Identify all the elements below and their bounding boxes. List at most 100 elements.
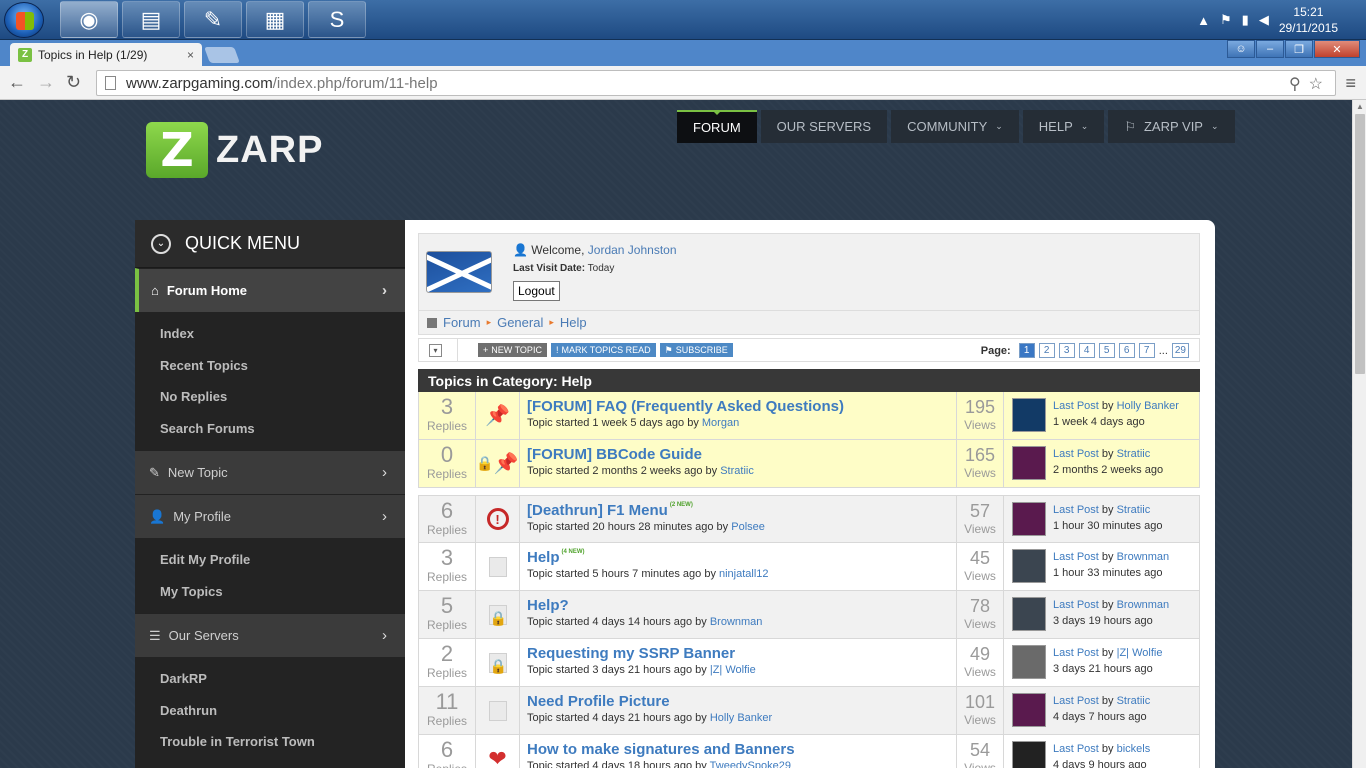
nav-community[interactable]: COMMUNITY ⌄	[891, 110, 1019, 143]
last-poster-link[interactable]: Stratiic	[1117, 448, 1151, 460]
topic-row[interactable]: 11 Replies Need Profile Picture Topic start…	[418, 687, 1200, 735]
subscribe-button[interactable]: ⚑ SUBSCRIBE	[659, 343, 733, 357]
flag-icon[interactable]: ⚑	[1220, 12, 1232, 28]
topic-row[interactable]: 5 Replies 🔒 Help? Topic started 4 days 14 ho…	[418, 591, 1200, 639]
taskbar-app-folder[interactable]: ▤	[122, 1, 180, 38]
topic-row[interactable]: 3 Replies 📌 [FORUM] FAQ (Frequently Asked Q…	[418, 392, 1200, 440]
last-poster-link[interactable]: Stratiic	[1117, 504, 1151, 516]
new-topic-button[interactable]: + NEW TOPIC	[478, 343, 547, 357]
sidebar-item-our-servers[interactable]: ☰ Our Servers ›	[135, 613, 405, 657]
last-post-link[interactable]: Last Post	[1053, 504, 1099, 516]
last-post-link[interactable]: Last Post	[1053, 448, 1099, 460]
page-1[interactable]: 1	[1018, 343, 1035, 358]
page-6[interactable]: 6	[1118, 343, 1135, 358]
last-poster-avatar[interactable]	[1012, 398, 1046, 432]
topic-row[interactable]: 2 Replies 🔒 Requesting my SSRP Banner Topic …	[418, 639, 1200, 687]
breadcrumb-help[interactable]: Help	[560, 315, 587, 330]
last-poster-avatar[interactable]	[1012, 597, 1046, 631]
taskbar-app-film[interactable]: ▦	[246, 1, 304, 38]
options-dropdown-icon[interactable]: ▾	[429, 343, 442, 357]
sidebar-link-edit-my-profile[interactable]: Edit My Profile	[135, 544, 405, 576]
sidebar-link-index[interactable]: Index	[135, 318, 405, 350]
tab-close-icon[interactable]: ×	[187, 48, 194, 62]
last-poster-link[interactable]: bickels	[1117, 743, 1151, 755]
topic-title-link[interactable]: How to make signatures and Banners	[527, 741, 795, 758]
last-poster-avatar[interactable]	[1012, 549, 1046, 583]
nav-our-servers[interactable]: OUR SERVERS	[760, 110, 888, 143]
nav-help[interactable]: HELP ⌄	[1022, 110, 1105, 143]
topic-author-link[interactable]: Polsee	[731, 521, 765, 533]
page-4[interactable]: 4	[1078, 343, 1095, 358]
zarp-logo[interactable]: Z ZARP	[146, 122, 323, 178]
volume-icon[interactable]: ◀	[1259, 12, 1269, 28]
page-3[interactable]: 3	[1058, 343, 1075, 358]
sidebar-link-no-replies[interactable]: No Replies	[135, 381, 405, 413]
forward-arrow-icon[interactable]: →	[37, 72, 55, 93]
last-poster-avatar[interactable]	[1012, 446, 1046, 480]
nav-zarp-vip[interactable]: ⚐ ZARP VIP ⌄	[1108, 110, 1235, 143]
topic-title-link[interactable]: Help?	[527, 597, 569, 614]
page-last[interactable]: 29	[1171, 343, 1189, 358]
scroll-up-icon[interactable]: ▲	[1356, 102, 1364, 111]
topic-title-link[interactable]: Requesting my SSRP Banner	[527, 645, 735, 662]
page-scrollbar[interactable]: ▲	[1352, 100, 1366, 768]
taskbar-app-skype[interactable]: S	[308, 1, 366, 38]
bookmark-star-icon[interactable]: ☆	[1309, 74, 1323, 94]
last-poster-link[interactable]: Holly Banker	[1117, 400, 1179, 412]
topic-author-link[interactable]: Morgan	[702, 417, 739, 429]
topic-author-link[interactable]: TweedySpoke29	[710, 760, 791, 768]
topic-author-link[interactable]: |Z| Wolfie	[710, 664, 756, 676]
topic-row[interactable]: 0 Replies 🔒 📌 [FORUM] BBCode Guide Topic star…	[418, 440, 1200, 488]
topic-row[interactable]: 3 Replies Help (4 NEW) Topic started 5 hours…	[418, 543, 1200, 591]
sidebar-item-my-profile[interactable]: 👤 My Profile ›	[135, 494, 405, 538]
topic-title-link[interactable]: Help	[527, 549, 560, 566]
logout-button[interactable]: Logout	[513, 281, 560, 301]
topic-row[interactable]: 6Replies ❤ How to make signatures and Bann…	[418, 735, 1200, 768]
browser-tab-active[interactable]: Z Topics in Help (1/29) ×	[10, 43, 202, 66]
last-poster-link[interactable]: |Z| Wolfie	[1117, 647, 1163, 659]
sidebar-link-recent-topics[interactable]: Recent Topics	[135, 350, 405, 382]
sidebar-link-my-topics[interactable]: My Topics	[135, 576, 405, 608]
welcome-username-link[interactable]: Jordan Johnston	[588, 243, 677, 257]
last-post-link[interactable]: Last Post	[1053, 647, 1099, 659]
address-bar[interactable]: www.zarpgaming.com/index.php/forum/11-he…	[96, 70, 1336, 96]
last-post-link[interactable]: Last Post	[1053, 695, 1099, 707]
page-2[interactable]: 2	[1038, 343, 1055, 358]
topic-author-link[interactable]: Holly Banker	[710, 712, 772, 724]
last-poster-link[interactable]: Stratiic	[1117, 695, 1151, 707]
taskbar-app-paint[interactable]: ✎	[184, 1, 242, 38]
profile-icon[interactable]: ☺	[1227, 40, 1255, 58]
sidebar-link-darkrp[interactable]: DarkRP	[135, 663, 405, 695]
minimize-button[interactable]: –	[1256, 40, 1284, 58]
last-poster-link[interactable]: Brownman	[1117, 599, 1170, 611]
page-7[interactable]: 7	[1138, 343, 1155, 358]
sidebar-link-bhop[interactable]: Bhop	[135, 758, 405, 768]
network-icon[interactable]: ▮	[1242, 12, 1249, 28]
last-poster-link[interactable]: Brownman	[1117, 551, 1170, 563]
topic-author-link[interactable]: ninjatall12	[719, 568, 769, 580]
last-poster-avatar[interactable]	[1012, 693, 1046, 727]
reload-icon[interactable]: ↻	[66, 72, 81, 93]
sidebar-item-new-topic[interactable]: ✎ New Topic ›	[135, 450, 405, 494]
back-arrow-icon[interactable]: ←	[8, 72, 26, 93]
windows-start-button[interactable]	[4, 2, 44, 38]
topic-author-link[interactable]: Stratiic	[720, 465, 754, 477]
sidebar-item-forum-home[interactable]: ⌂ Forum Home ›	[135, 268, 405, 312]
close-window-button[interactable]: ✕	[1314, 40, 1360, 58]
last-poster-avatar[interactable]	[1012, 741, 1046, 768]
last-post-link[interactable]: Last Post	[1053, 551, 1099, 563]
topic-title-link[interactable]: [FORUM] BBCode Guide	[527, 446, 702, 463]
last-post-link[interactable]: Last Post	[1053, 599, 1099, 611]
user-avatar[interactable]	[426, 251, 492, 293]
last-post-link[interactable]: Last Post	[1053, 743, 1099, 755]
breadcrumb-forum[interactable]: Forum	[443, 315, 481, 330]
sidebar-link-deathrun[interactable]: Deathrun	[135, 695, 405, 727]
sidebar-link-search-forums[interactable]: Search Forums	[135, 413, 405, 445]
scrollbar-thumb[interactable]	[1355, 114, 1365, 374]
nav-forum[interactable]: FORUM	[677, 110, 757, 143]
topic-author-link[interactable]: Brownman	[710, 616, 763, 628]
chrome-menu-icon[interactable]: ≡	[1345, 73, 1356, 94]
topic-title-link[interactable]: [Deathrun] F1 Menu	[527, 502, 668, 519]
sidebar-link-trouble-in-terrorist-town[interactable]: Trouble in Terrorist Town	[135, 726, 405, 758]
new-tab-button[interactable]	[204, 47, 240, 63]
